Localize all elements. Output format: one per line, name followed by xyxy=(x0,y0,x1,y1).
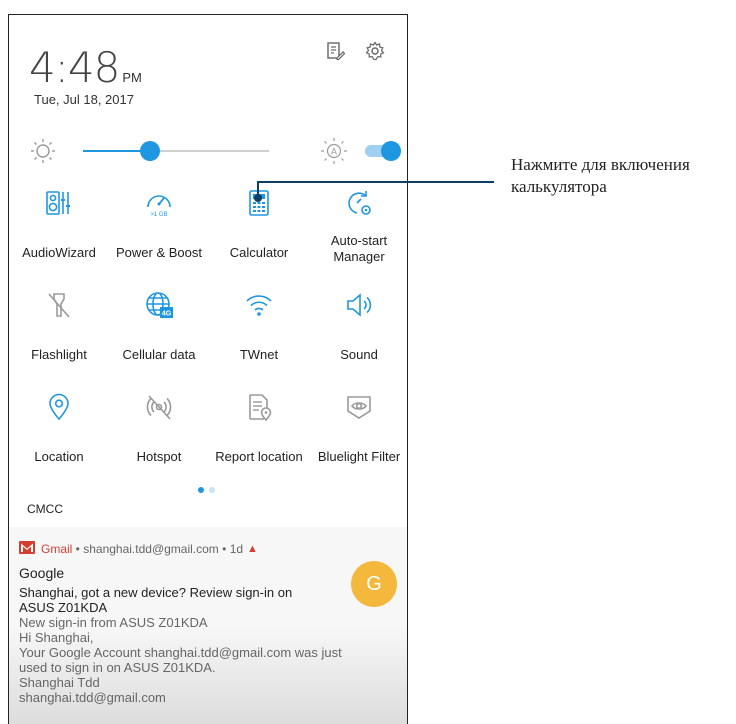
notification-line: ASUS Z01KDA xyxy=(19,600,108,615)
tile-label: Auto-start Manager xyxy=(330,233,388,264)
tile-bluelight-filter[interactable]: Bluelight Filter xyxy=(309,387,407,465)
notification-detail-line: Hi Shanghai, xyxy=(19,630,94,645)
svg-text:>1 GB: >1 GB xyxy=(150,212,167,218)
tile-flashlight[interactable]: Flashlight xyxy=(9,285,109,363)
notification-header: Gmail • shanghai.tdd@gmail.com • 1d ▲ xyxy=(19,541,258,557)
notification-line: Shanghai, got a new device? Review sign-… xyxy=(19,585,293,600)
quick-settings-panel: 4:48 PM Tue, Jul 18, 2017 A AudioWizard >… xyxy=(8,14,408,724)
expand-caret-icon[interactable]: ▲ xyxy=(247,543,258,555)
clock-time: 4:48 xyxy=(29,43,120,92)
audio-wizard-icon xyxy=(9,183,109,223)
gmail-notification[interactable]: Gmail • shanghai.tdd@gmail.com • 1d ▲ Go… xyxy=(9,527,407,724)
tile-cellular-data[interactable]: 4G Cellular data xyxy=(109,285,209,363)
separator-dot: • xyxy=(72,542,84,556)
brightness-row: A xyxy=(29,137,401,165)
carrier-label: CMCC xyxy=(27,502,63,516)
tile-label: Location xyxy=(34,449,84,464)
tile-label: Calculator xyxy=(229,245,289,260)
flashlight-icon xyxy=(9,285,109,325)
auto-brightness-toggle[interactable] xyxy=(365,141,401,161)
calculator-icon xyxy=(209,183,309,223)
tile-label: Report location xyxy=(215,449,303,464)
tile-sound[interactable]: Sound xyxy=(309,285,407,363)
page-dot-active xyxy=(198,487,204,493)
svg-text:A: A xyxy=(331,147,337,157)
location-icon xyxy=(9,387,109,427)
tile-report-location[interactable]: Report location xyxy=(209,387,309,465)
page-indicator xyxy=(198,487,215,493)
notification-detail-line: New sign-in from ASUS Z01KDA xyxy=(19,615,208,630)
clock: 4:48 PM xyxy=(29,41,142,89)
separator-dot: • xyxy=(218,542,230,556)
auto-brightness-icon: A xyxy=(319,137,349,170)
settings-gear-icon[interactable] xyxy=(365,41,385,66)
notification-detail-line: Your Google Account shanghai.tdd@gmail.c… xyxy=(19,645,342,660)
tile-audiowizard[interactable]: AudioWizard xyxy=(9,183,109,261)
tile-auto-start-manager[interactable]: Auto-start Manager xyxy=(309,183,407,265)
notification-account: shanghai.tdd@gmail.com xyxy=(83,542,219,556)
gmail-icon xyxy=(19,541,35,557)
tile-label: TWnet xyxy=(239,347,279,362)
notification-detail-line: shanghai.tdd@gmail.com xyxy=(19,690,166,705)
power-boost-icon: >1 GB xyxy=(109,183,209,223)
top-actions xyxy=(325,41,385,66)
report-location-icon xyxy=(209,387,309,427)
notification-app: Gmail xyxy=(41,542,73,556)
brightness-low-icon xyxy=(29,137,57,170)
brightness-slider-knob[interactable] xyxy=(139,141,160,161)
tile-hotspot[interactable]: Hotspot xyxy=(109,387,209,465)
page-dot xyxy=(209,487,215,493)
tile-label: Bluelight Filter xyxy=(317,449,401,464)
toggle-knob xyxy=(381,141,401,161)
tile-label: Cellular data xyxy=(122,347,196,362)
auto-start-icon xyxy=(309,183,407,223)
sound-icon xyxy=(309,285,407,325)
callout-text: Нажмите для включения калькулятора xyxy=(511,155,690,196)
tile-label: Hotspot xyxy=(136,449,182,464)
callout-line xyxy=(257,181,494,183)
notification-title: Google xyxy=(19,565,65,581)
cellular-data-icon: 4G xyxy=(109,285,209,325)
notification-age: 1d xyxy=(229,542,244,556)
tile-label: Power & Boost xyxy=(116,245,202,260)
callout-marker xyxy=(254,194,262,202)
notification-detail-line: used to sign in on ASUS Z01KDA. xyxy=(19,660,216,675)
notification-body: Shanghai, got a new device? Review sign-… xyxy=(19,585,399,705)
edit-tiles-icon[interactable] xyxy=(325,41,346,66)
notification-detail-line: Shanghai Tdd xyxy=(19,675,100,690)
tile-twnet[interactable]: TWnet xyxy=(209,285,309,363)
tile-label: Flashlight xyxy=(31,347,87,362)
clock-ampm: PM xyxy=(122,70,142,85)
svg-text:4G: 4G xyxy=(162,311,172,318)
bluelight-filter-icon xyxy=(309,387,407,427)
date-label: Tue, Jul 18, 2017 xyxy=(34,92,134,107)
hotspot-icon xyxy=(109,387,209,427)
tile-label: Sound xyxy=(340,347,378,362)
tile-location[interactable]: Location xyxy=(9,387,109,465)
tile-power-boost[interactable]: >1 GB Power & Boost xyxy=(109,183,209,261)
tile-label: AudioWizard xyxy=(22,245,96,260)
brightness-slider[interactable] xyxy=(83,141,269,161)
wifi-icon xyxy=(209,285,309,325)
